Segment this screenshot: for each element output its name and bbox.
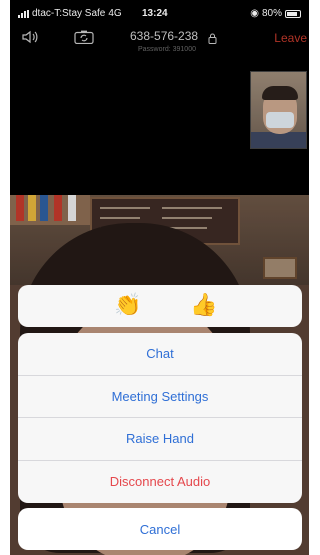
thumbs-up-reaction-button[interactable]: 👍 [190,293,217,317]
chat-button[interactable]: Chat [18,333,302,376]
clap-reaction-button[interactable]: 👏 [114,293,141,317]
meeting-settings-button[interactable]: Meeting Settings [18,376,302,418]
disconnect-audio-button[interactable]: Disconnect Audio [18,461,302,504]
cancel-button[interactable]: Cancel [18,508,302,550]
reaction-panel: 👏 👍 [18,285,302,327]
phone-screen: dtac-T:Stay Safe 4G 13:24 ◉ 80% 638-576-… [10,0,309,555]
raise-hand-button[interactable]: Raise Hand [18,418,302,461]
more-options-menu: Chat Meeting Settings Raise Hand Disconn… [18,333,302,503]
